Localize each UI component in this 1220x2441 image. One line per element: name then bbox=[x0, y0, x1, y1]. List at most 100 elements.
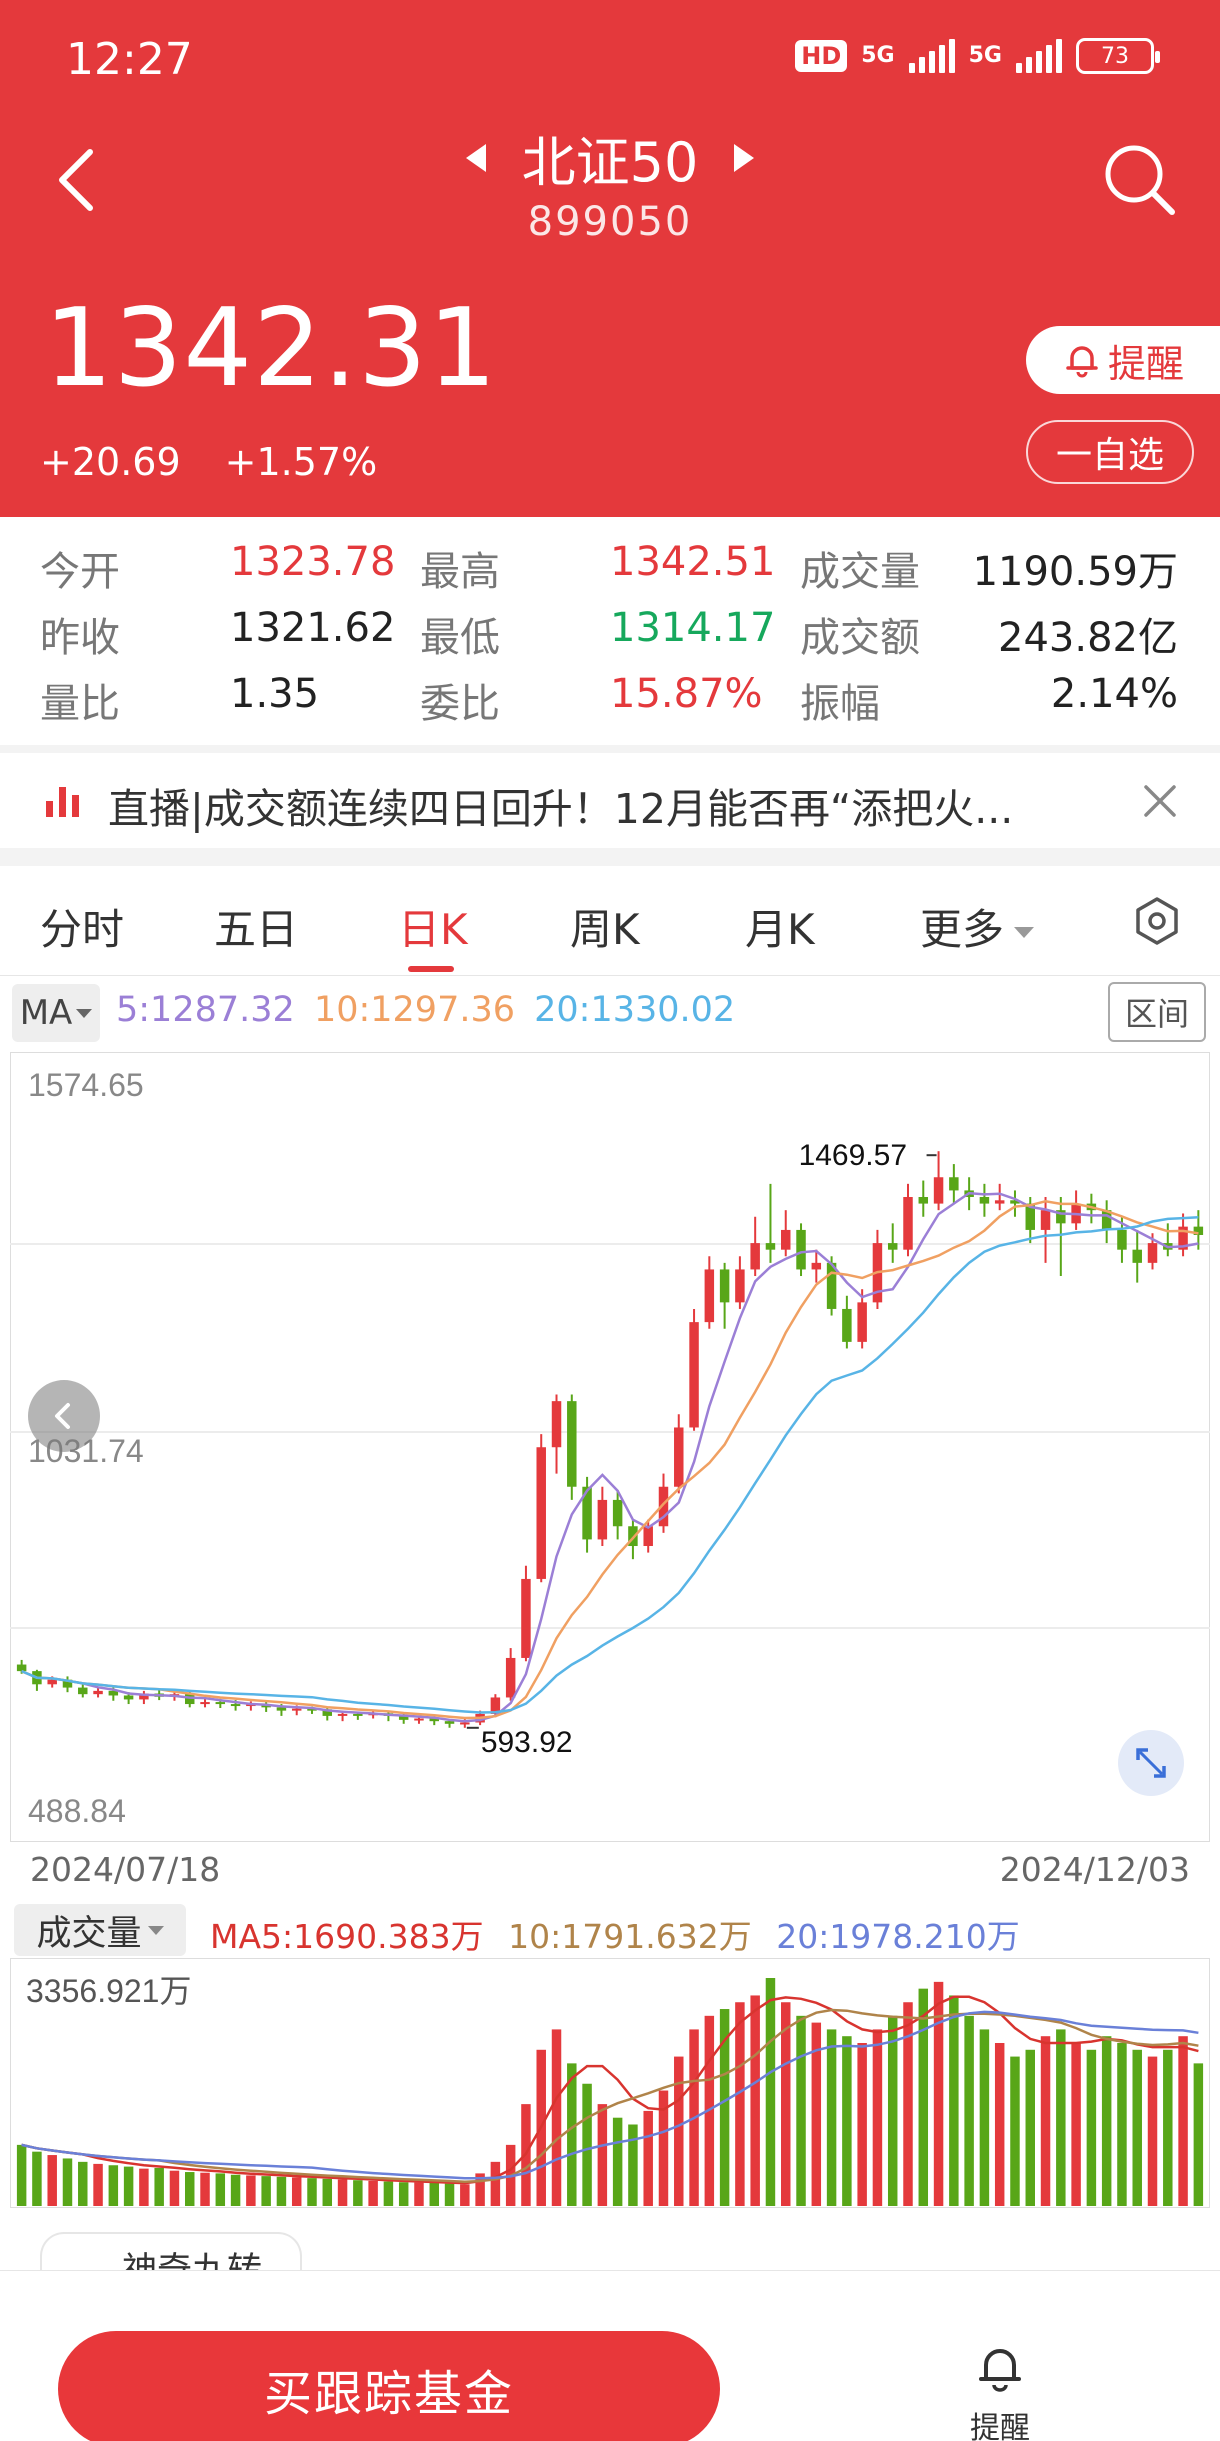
candlestick-chart[interactable]: 1469.57593.92 1574.65 1031.74 488.84 bbox=[10, 1052, 1210, 1842]
divider bbox=[0, 848, 1220, 866]
quote-header: 12:27 HD 5G 5G 73 北证50 899050 1342.31 +2… bbox=[0, 0, 1220, 517]
candle-body bbox=[704, 1269, 715, 1323]
candle-body bbox=[796, 1229, 806, 1270]
amplitude-value: 2.14% bbox=[1050, 671, 1178, 717]
chevron-down-icon bbox=[76, 1008, 93, 1018]
candle-body bbox=[353, 1713, 363, 1716]
tab-monthly-k[interactable]: 月K bbox=[745, 896, 815, 957]
tab-five-day[interactable]: 五日 bbox=[214, 896, 298, 957]
prev-index-icon[interactable] bbox=[465, 143, 486, 172]
watchlist-button[interactable]: 一自选 bbox=[1026, 420, 1194, 484]
volume-bar bbox=[1071, 2042, 1081, 2206]
index-code: 899050 bbox=[527, 199, 693, 245]
volume-bar bbox=[1132, 2049, 1142, 2206]
change-percent: +1.57% bbox=[224, 440, 378, 484]
volume-bar bbox=[964, 2015, 974, 2206]
title-area: 北证50 899050 bbox=[0, 118, 1220, 245]
bottom-remind-button[interactable]: 提醒 bbox=[950, 2341, 1050, 2441]
bottom-bar: 买跟踪基金 提醒 bbox=[0, 2270, 1220, 2441]
close-icon[interactable] bbox=[1140, 781, 1180, 821]
volume-label: 成交量 bbox=[800, 549, 920, 595]
y-tick-min: 488.84 bbox=[28, 1793, 126, 1829]
volume-bar bbox=[949, 1995, 959, 2206]
volume-bar bbox=[643, 2110, 653, 2206]
candle-body bbox=[857, 1302, 867, 1342]
prev-close-value: 1321.62 bbox=[230, 605, 396, 651]
fullscreen-button[interactable] bbox=[1118, 1730, 1184, 1796]
stats-row-1: 今开 1323.78 最高 1342.51 成交量 1190.59万 bbox=[0, 539, 1220, 599]
volume-bar bbox=[337, 2179, 348, 2206]
range-button[interactable]: 区间 bbox=[1108, 982, 1206, 1042]
next-index-icon[interactable] bbox=[734, 143, 755, 172]
high-label: 最高 bbox=[420, 549, 500, 595]
buy-tracking-fund-button[interactable]: 买跟踪基金 bbox=[58, 2331, 720, 2441]
volume-bar bbox=[123, 2166, 134, 2206]
volume-bar bbox=[261, 2176, 271, 2206]
volume-bar bbox=[1101, 2036, 1112, 2206]
chart-scroll-left-button[interactable] bbox=[28, 1380, 100, 1452]
volume-bar bbox=[857, 2042, 867, 2206]
volume-bar bbox=[78, 2161, 88, 2206]
vol-ma5-value: MA5:1690.383万 bbox=[210, 1917, 484, 1956]
ma-legend-row: MA 5:1287.32 10:1297.36 20:1330.02 区间 bbox=[0, 976, 1220, 1052]
volume-bar bbox=[796, 2015, 806, 2206]
prev-close-label: 昨收 bbox=[40, 615, 120, 661]
volume-bar bbox=[872, 2029, 883, 2206]
news-text[interactable]: 直播|成交额连续四日回升！12月能否再“添把火... bbox=[108, 775, 1013, 835]
vol-ma10-value: 10:1791.632万 bbox=[508, 1917, 752, 1956]
candle-body bbox=[200, 1702, 210, 1705]
tab-daily-k[interactable]: 日K bbox=[398, 896, 468, 957]
battery-level: 73 bbox=[1101, 43, 1129, 69]
volume-bar bbox=[169, 2170, 180, 2206]
high-annotation: 1469.57 bbox=[799, 1139, 907, 1172]
battery-icon: 73 bbox=[1076, 38, 1160, 74]
ma-indicator-button[interactable]: MA bbox=[12, 984, 100, 1042]
live-bars-icon bbox=[46, 783, 82, 817]
ma5-value: 5:1287.32 bbox=[116, 990, 295, 1030]
candle-body bbox=[78, 1687, 88, 1695]
candle-body bbox=[903, 1197, 913, 1250]
ma-button-label: MA bbox=[19, 993, 73, 1033]
volume-bar bbox=[93, 2163, 103, 2206]
divider bbox=[0, 745, 1220, 753]
signal-icon-2 bbox=[1016, 39, 1062, 73]
candle-body bbox=[994, 1200, 1005, 1204]
remind-button[interactable]: 提醒 bbox=[1026, 326, 1220, 394]
period-tabs: 分时 五日 日K 周K 月K 更多 bbox=[0, 866, 1220, 976]
volume-bar bbox=[108, 2165, 119, 2206]
volume-bar bbox=[918, 1988, 929, 2206]
candle-body bbox=[521, 1578, 531, 1658]
volume-bar bbox=[1193, 2063, 1204, 2206]
search-icon[interactable] bbox=[1102, 142, 1178, 218]
volume-bar bbox=[490, 2161, 501, 2206]
candle-body bbox=[291, 1708, 302, 1711]
volume-chart[interactable]: 3356.921万 bbox=[10, 1958, 1210, 2208]
volume-bar bbox=[1086, 2049, 1097, 2206]
candle-body bbox=[765, 1243, 776, 1250]
volume-y-max: 3356.921万 bbox=[26, 1973, 191, 2009]
tab-more[interactable]: 更多 bbox=[920, 896, 1035, 957]
volume-bar bbox=[567, 2063, 577, 2206]
tab-weekly-k[interactable]: 周K bbox=[570, 896, 640, 957]
tab-intraday[interactable]: 分时 bbox=[40, 896, 124, 957]
date-axis: 2024/07/18 2024/12/03 bbox=[0, 1842, 1220, 1900]
ma-values: 5:1287.32 10:1297.36 20:1330.02 bbox=[116, 990, 735, 1030]
volume-bar bbox=[979, 2029, 990, 2206]
volume-bar bbox=[612, 2117, 623, 2206]
settings-icon[interactable] bbox=[1132, 896, 1182, 946]
candle-body bbox=[47, 1679, 57, 1685]
volume-bar bbox=[674, 2056, 684, 2206]
chevron-left-icon bbox=[55, 1403, 70, 1429]
vol-ma20-value: 20:1978.210万 bbox=[776, 1917, 1020, 1956]
volume-bar bbox=[62, 2158, 73, 2206]
candle-body bbox=[1147, 1243, 1158, 1263]
change-amount: +20.69 bbox=[40, 440, 181, 484]
buy-button-label: 买跟踪基金 bbox=[263, 2366, 514, 2422]
candle-body bbox=[460, 1722, 470, 1725]
volume-indicator-button[interactable]: 成交量 bbox=[14, 1904, 186, 1956]
volume-bar bbox=[276, 2176, 287, 2206]
bell-icon bbox=[979, 2349, 1021, 2392]
candle-body bbox=[93, 1690, 103, 1695]
news-banner[interactable]: 直播|成交额连续四日回升！12月能否再“添把火... bbox=[0, 753, 1220, 848]
ma20-value: 20:1330.02 bbox=[534, 990, 736, 1030]
